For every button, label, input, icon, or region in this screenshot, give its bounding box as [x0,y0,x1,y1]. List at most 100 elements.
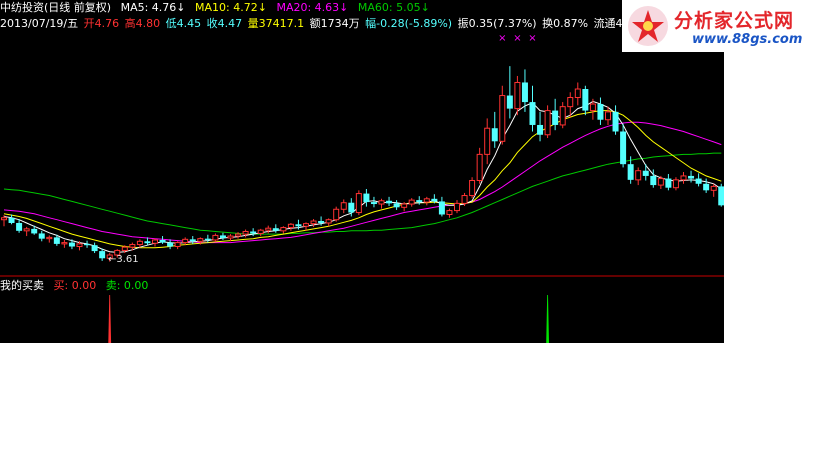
candle-body-up [76,243,83,248]
candle-body-down [38,233,45,239]
candle-body-up [469,180,476,197]
candle-body-down [521,82,528,103]
signal-marker: × [498,33,506,44]
ma60-line [3,152,722,235]
indicator-header: 中纺投资(日线 前复权) MA5: 4.76↓ MA10: 4.72↓ MA20… [0,0,436,16]
ma20-line [3,121,722,244]
candle-body-up [257,229,264,234]
candle-body-down [620,131,627,165]
candle-body-up [340,202,347,210]
ma5-label: MA5: 4.76↓ [120,1,186,14]
candle-body-up [454,202,460,212]
watermark-logo-icon [628,6,668,46]
candle-body-up [1,217,7,221]
candle-body-down [438,201,445,215]
amount-label: 额1734万 [309,17,360,30]
candle-body-up [514,81,521,110]
candle-body-down [506,95,513,109]
candle-body-up [574,88,581,99]
kline-chart-panel[interactable]: × × × 中纺投资(日线 前复权) MA5: 4.76↓ MA10: 4.72↓ … [0,0,724,343]
candle-body-up [121,246,128,251]
candle-body-up [680,175,687,181]
sell-value: 卖: 0.00 [105,279,149,292]
candle-body-down [84,243,91,246]
candle-body-up [197,238,204,242]
candle-body-up [46,236,53,240]
candle-body-up [242,230,249,235]
candle-body-down [68,242,75,247]
change-label: 幅-0.28(-5.89%) [365,17,453,30]
candle-body-down [250,231,257,234]
candle-body-down [363,193,370,203]
candle-body-up [567,97,574,108]
candle-body-up [559,106,566,126]
ma10-label: MA10: 4.72↓ [195,1,267,14]
candle-body-down [582,89,589,111]
candle-body-up [61,242,68,245]
candle-body-up [605,111,611,121]
candle-body-down [295,224,302,227]
candle-body-up [401,203,408,208]
candle-body-up [182,238,189,244]
watermark-title: 分析家公式网 [674,10,795,32]
candle-body-up [333,208,340,221]
candle-body-down [529,102,536,125]
candle-body-up [212,234,219,241]
candle-body-down [537,124,544,135]
candle-body-down [491,128,498,142]
candle-body-up [303,223,309,227]
ma60-label: MA60: 5.05↓ [357,1,430,14]
low-label: 低4.45 [165,17,202,30]
candle-body-down [8,217,15,223]
candle-body-up [227,235,234,239]
open-label: 开4.76 [83,17,120,30]
candle-body-up [325,219,332,224]
candle-body-up [287,223,294,229]
date-label: 2013/07/19/五 [0,17,79,30]
signal-marker: × [528,33,536,44]
candle-body-down [53,237,60,244]
site-watermark: 分析家公式网 www.88gs.com [622,0,819,52]
candle-body-up [544,110,551,136]
watermark-url: www.88gs.com [692,32,803,47]
candle-body-down [16,222,23,231]
candle-body-up [378,200,385,205]
candle-body-up [235,233,242,237]
candle-body-up [174,242,181,248]
candle-body-down [91,245,98,252]
candle-body-down [31,228,38,234]
candle-body-down [144,241,151,244]
candle-body-down [718,186,724,206]
candle-body-up [423,198,430,203]
candle-body-up [589,103,596,112]
candle-body-down [219,235,226,239]
high-label: 高4.80 [124,17,161,30]
sub-indicator-header: 我的买卖 买: 0.00 卖: 0.00 [0,279,154,293]
candle-body-down [393,203,400,208]
stock-name: 中纺投资(日线 前复权) [0,1,112,14]
close-label: 收4.47 [206,17,243,30]
candle-body-down [695,178,702,184]
candle-body-up [129,244,136,248]
buy-value: 买: 0.00 [53,279,97,292]
candle-body-down [204,238,211,240]
candle-body-up [461,195,468,204]
candle-body-up [310,220,317,225]
candle-body-up [265,227,272,231]
candle-body-up [408,199,415,205]
candle-body-down [627,164,634,180]
candle-body-down [159,239,166,243]
candle-body-down [386,200,393,204]
amplitude-label: 振0.35(7.37%) [457,17,537,30]
candle-body-up [635,170,642,181]
candle-body-down [703,183,710,191]
candle-body-down [318,221,325,223]
candle-body-up [152,239,158,244]
candle-body-up [23,228,30,232]
candle-body-up [499,95,506,142]
turnover-label: 换0.87% [542,17,589,30]
candle-body-up [136,240,143,246]
candle-body-down [597,104,604,120]
candle-body-up [484,127,491,155]
candle-body-down [431,198,438,202]
